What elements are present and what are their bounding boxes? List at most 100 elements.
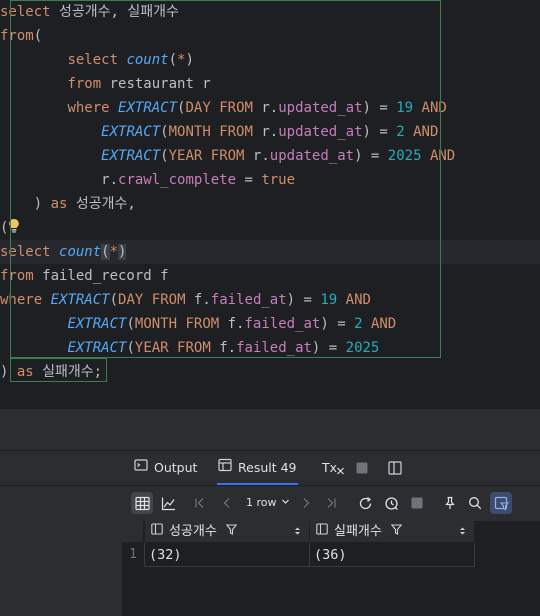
sort-icon[interactable] — [294, 522, 301, 544]
code-text: ( — [160, 148, 169, 164]
code-text: ) — [33, 196, 51, 212]
code-text: ) = — [354, 148, 388, 164]
code-line-7: EXTRACT(YEAR FROM r.updated_at) = 2025 A… — [0, 144, 540, 168]
field-name: failed_at — [244, 316, 321, 332]
code-text: r. — [101, 172, 119, 188]
keyword: * — [109, 244, 119, 260]
next-page-icon[interactable] — [295, 492, 317, 514]
function-name: EXTRACT — [50, 292, 110, 308]
code-text: f. — [210, 340, 237, 356]
code-text: ) — [185, 52, 194, 68]
number-literal: 2 — [354, 316, 363, 332]
last-page-icon[interactable] — [320, 492, 342, 514]
keyword: from — [0, 268, 34, 284]
code-line-10: ( — [0, 216, 540, 240]
code-line-1: select 성공개수, 실패개수 — [0, 0, 540, 24]
code-text: ) = — [362, 124, 397, 140]
column-header-1[interactable]: 성공개수 — [145, 521, 310, 543]
field-name: updated_at — [269, 148, 355, 164]
keyword: DAY — [118, 292, 144, 308]
number-literal: 2025 — [345, 340, 380, 356]
function-name: EXTRACT — [118, 100, 178, 116]
lightbulb-icon[interactable] — [8, 218, 20, 242]
keyword: select — [67, 52, 119, 68]
table-cell[interactable]: (36) — [310, 543, 475, 567]
tab-result[interactable]: Result 49 — [217, 451, 298, 485]
panel-separator — [0, 408, 540, 451]
code-text: ; — [93, 364, 103, 380]
code-line-15: EXTRACT(YEAR FROM f.failed_at) = 2025 — [0, 336, 540, 360]
chart-icon[interactable] — [157, 492, 179, 514]
code-text: failed_record f — [33, 268, 169, 284]
keyword: where — [0, 292, 43, 308]
code-line-12: from failed_record f — [0, 264, 540, 288]
code-text: ( — [168, 52, 178, 68]
table-icon — [218, 451, 232, 485]
keyword: FROM — [219, 124, 253, 140]
transaction-icon[interactable]: Tx — [322, 451, 344, 485]
keyword: FROM — [185, 316, 220, 332]
function-name: EXTRACT — [67, 316, 127, 332]
code-text: ( — [126, 340, 135, 356]
row-count-selector[interactable]: 1 row — [246, 492, 290, 514]
column-icon — [316, 521, 328, 543]
search-icon[interactable] — [464, 492, 486, 514]
prev-page-icon[interactable] — [216, 492, 238, 514]
function-name: EXTRACT — [67, 340, 127, 356]
tx-label: Tx — [322, 460, 338, 475]
pin-icon[interactable] — [439, 492, 461, 514]
editor-empty-area — [0, 384, 540, 408]
services-panel: Output Result 49 Tx 1 row 성공개수 실패개수 1 (3… — [0, 450, 540, 616]
result-grid[interactable]: 성공개수 실패개수 1 (32) (36) — [122, 521, 540, 615]
grid-view-icon[interactable] — [131, 492, 153, 514]
code-text: ( — [160, 124, 169, 140]
code-line-4: from restaurant r — [0, 72, 540, 96]
filter-icon[interactable] — [225, 521, 238, 543]
row-number[interactable]: 1 — [122, 543, 145, 567]
keyword: FROM — [219, 100, 253, 116]
stop-icon[interactable] — [406, 492, 428, 514]
keyword: AND — [345, 292, 371, 308]
code-text: = — [236, 172, 262, 188]
code-line-3: select count(*) — [0, 48, 540, 72]
code-text: f. — [219, 316, 245, 332]
keyword: select — [0, 4, 51, 20]
history-icon[interactable] — [380, 492, 402, 514]
tab-output-label: Output — [154, 460, 198, 475]
column-header-2[interactable]: 실패개수 — [310, 521, 475, 543]
code-text: r. — [252, 100, 279, 116]
keyword: FROM — [210, 148, 245, 164]
sql-editor[interactable]: select 성공개수, 실패개수 from( select count(*) … — [0, 0, 540, 384]
keyword: YEAR — [134, 340, 169, 356]
stop-icon[interactable] — [356, 451, 368, 485]
filter-icon[interactable] — [390, 521, 403, 543]
function-name: count — [59, 244, 102, 260]
table-cell[interactable]: (32) — [145, 543, 310, 567]
keyword: true — [261, 172, 296, 188]
results-toolbar: 1 row — [122, 485, 540, 522]
filter-view-icon[interactable] — [490, 492, 512, 514]
tab-output[interactable]: Output — [134, 451, 197, 485]
code-line-6: EXTRACT(MONTH FROM r.updated_at) = 2 AND — [0, 120, 540, 144]
first-page-icon[interactable] — [189, 492, 211, 514]
keyword: AND — [429, 148, 456, 164]
field-name: failed_at — [210, 292, 287, 308]
keyword: from — [0, 28, 34, 44]
chevron-down-icon — [281, 492, 290, 514]
code-line-13: where EXTRACT(DAY FROM f.failed_at) = 19… — [0, 288, 540, 312]
sort-icon[interactable] — [459, 522, 466, 544]
keyword: AND — [421, 100, 447, 116]
function-name: EXTRACT — [101, 148, 161, 164]
keyword: as — [50, 196, 68, 212]
code-line-5: where EXTRACT(DAY FROM r.updated_at) = 1… — [0, 96, 540, 120]
number-literal: 2025 — [387, 148, 422, 164]
layout-icon[interactable] — [388, 451, 402, 485]
services-tree — [0, 485, 122, 616]
field-name: updated_at — [278, 124, 363, 140]
refresh-icon[interactable] — [354, 492, 376, 514]
function-name: count — [126, 52, 169, 68]
code-text: ) = — [320, 316, 355, 332]
tab-result-label: Result 49 — [238, 460, 297, 475]
code-line-9: ) as 성공개수, — [0, 192, 540, 216]
code-line-16: ) as 실패개수; — [0, 360, 540, 384]
